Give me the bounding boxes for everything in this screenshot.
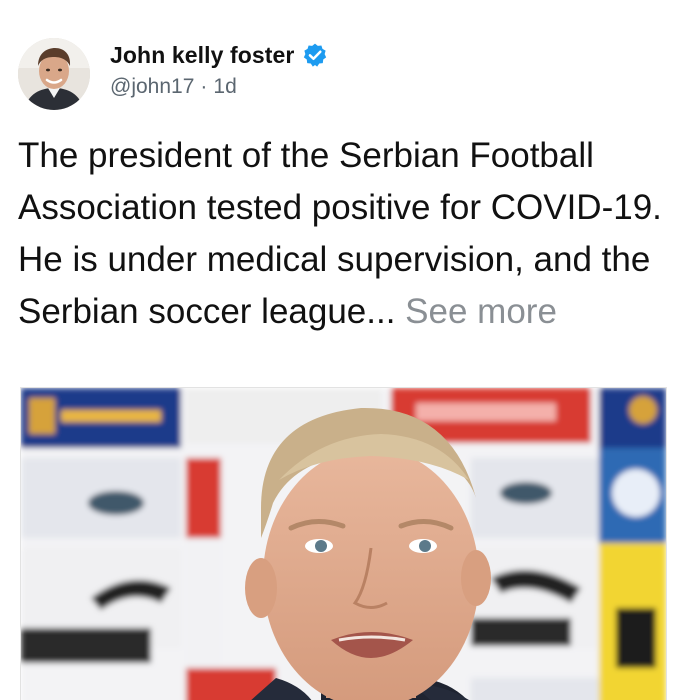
verified-badge-icon: [302, 42, 328, 68]
author-name[interactable]: John kelly foster: [110, 42, 294, 69]
press-conference-photo-icon: [21, 388, 666, 700]
post-meta: @john17 · 1d: [110, 75, 328, 99]
author-block: John kelly foster @john17 · 1d: [110, 39, 328, 99]
person-avatar-icon: [18, 38, 90, 110]
post-timestamp[interactable]: 1d: [213, 75, 236, 99]
post-image[interactable]: [20, 387, 667, 700]
post-card: John kelly foster @john17 · 1d The presi…: [0, 0, 700, 700]
author-handle[interactable]: @john17: [110, 75, 194, 99]
meta-separator: ·: [200, 75, 208, 98]
avatar[interactable]: [18, 38, 90, 110]
post-header: John kelly foster @john17 · 1d: [18, 38, 328, 110]
post-text: The president of the Serbian Football As…: [18, 136, 662, 331]
author-name-row: John kelly foster: [110, 39, 328, 71]
post-body: The president of the Serbian Football As…: [18, 130, 683, 338]
see-more-link[interactable]: See more: [405, 292, 557, 331]
